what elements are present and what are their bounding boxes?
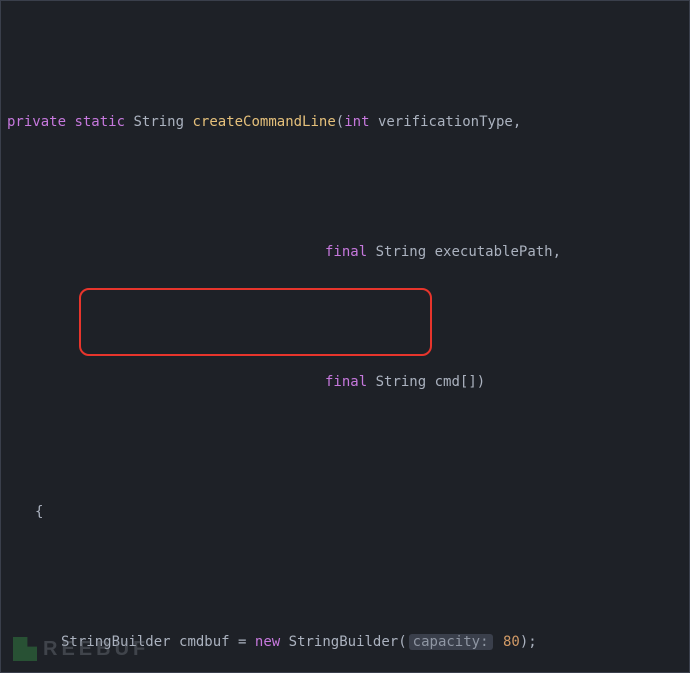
- code-line: {: [1, 499, 689, 525]
- code-editor: private static String createCommandLine(…: [0, 0, 690, 673]
- code-line: final String executablePath,: [1, 239, 689, 265]
- code-block: private static String createCommandLine(…: [1, 1, 689, 673]
- code-line: private static String createCommandLine(…: [1, 109, 689, 135]
- code-line: final String cmd[]): [1, 369, 689, 395]
- code-line: StringBuilder cmdbuf = new StringBuilder…: [1, 629, 689, 655]
